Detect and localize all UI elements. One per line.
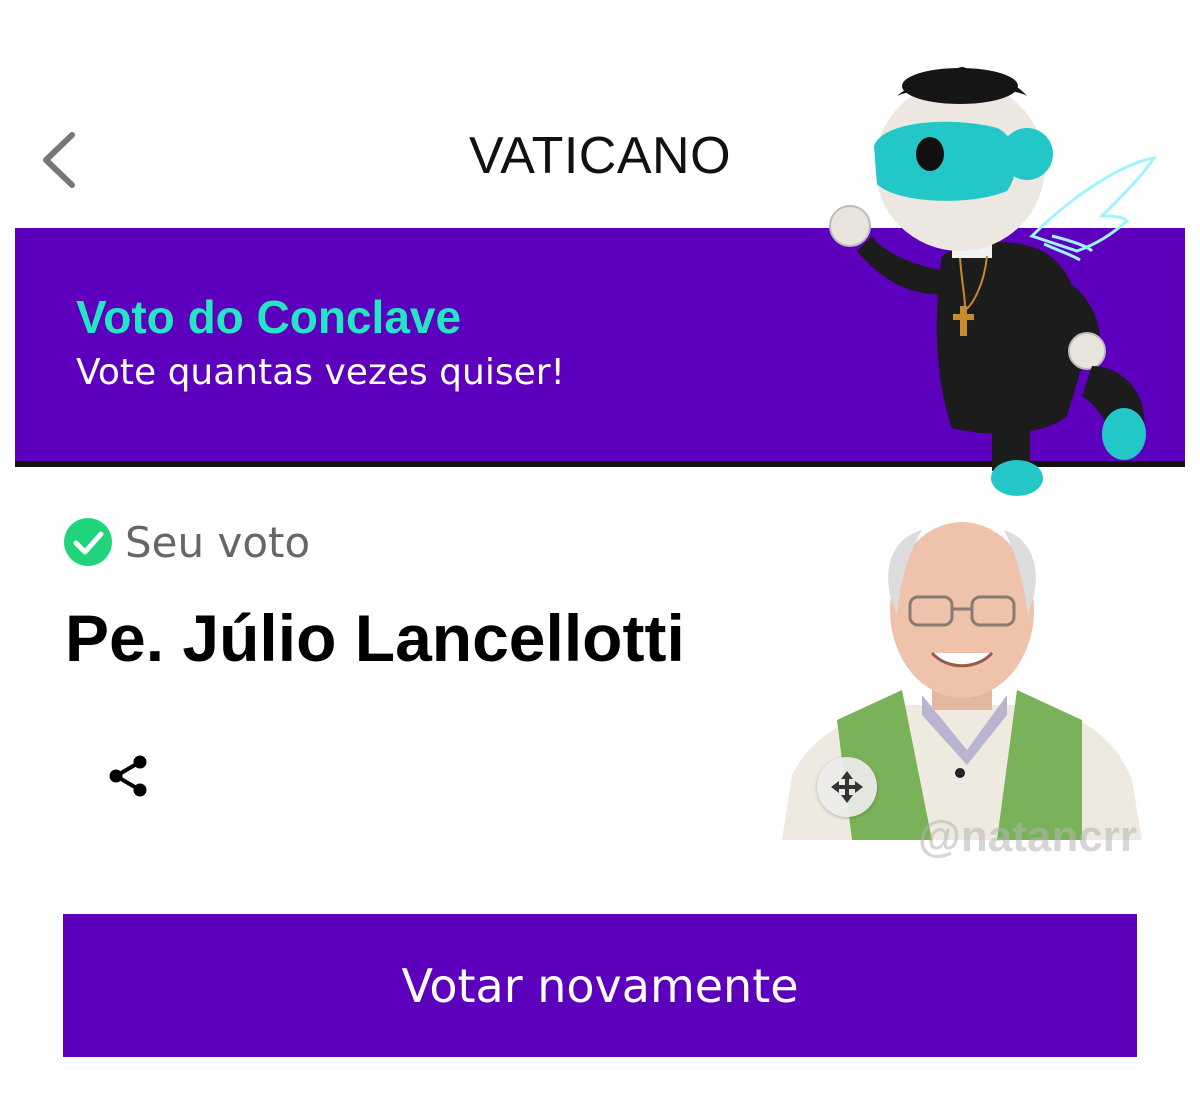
vote-again-button[interactable]: Votar novamente [63, 914, 1137, 1057]
move-arrows-icon [831, 771, 863, 803]
banner-title: Voto do Conclave [76, 291, 462, 343]
share-button[interactable] [102, 748, 158, 804]
share-icon [109, 755, 147, 797]
vote-status-label: Seu voto [125, 517, 311, 567]
check-circle-icon [64, 518, 112, 566]
wing-icon [1029, 156, 1158, 262]
voting-screen: VATICANO Voto do Conclave Vote quantas v… [0, 0, 1200, 1119]
vote-status: Seu voto [63, 512, 310, 572]
mascot-illustration [829, 67, 1158, 496]
watermark: @natancrr [918, 812, 1137, 861]
move-handle[interactable] [817, 757, 877, 817]
cassock [936, 241, 1083, 434]
banner-subtitle: Vote quantas vezes quiser! [76, 352, 565, 393]
candidate-name: Pe. Júlio Lancellotti [65, 601, 685, 675]
